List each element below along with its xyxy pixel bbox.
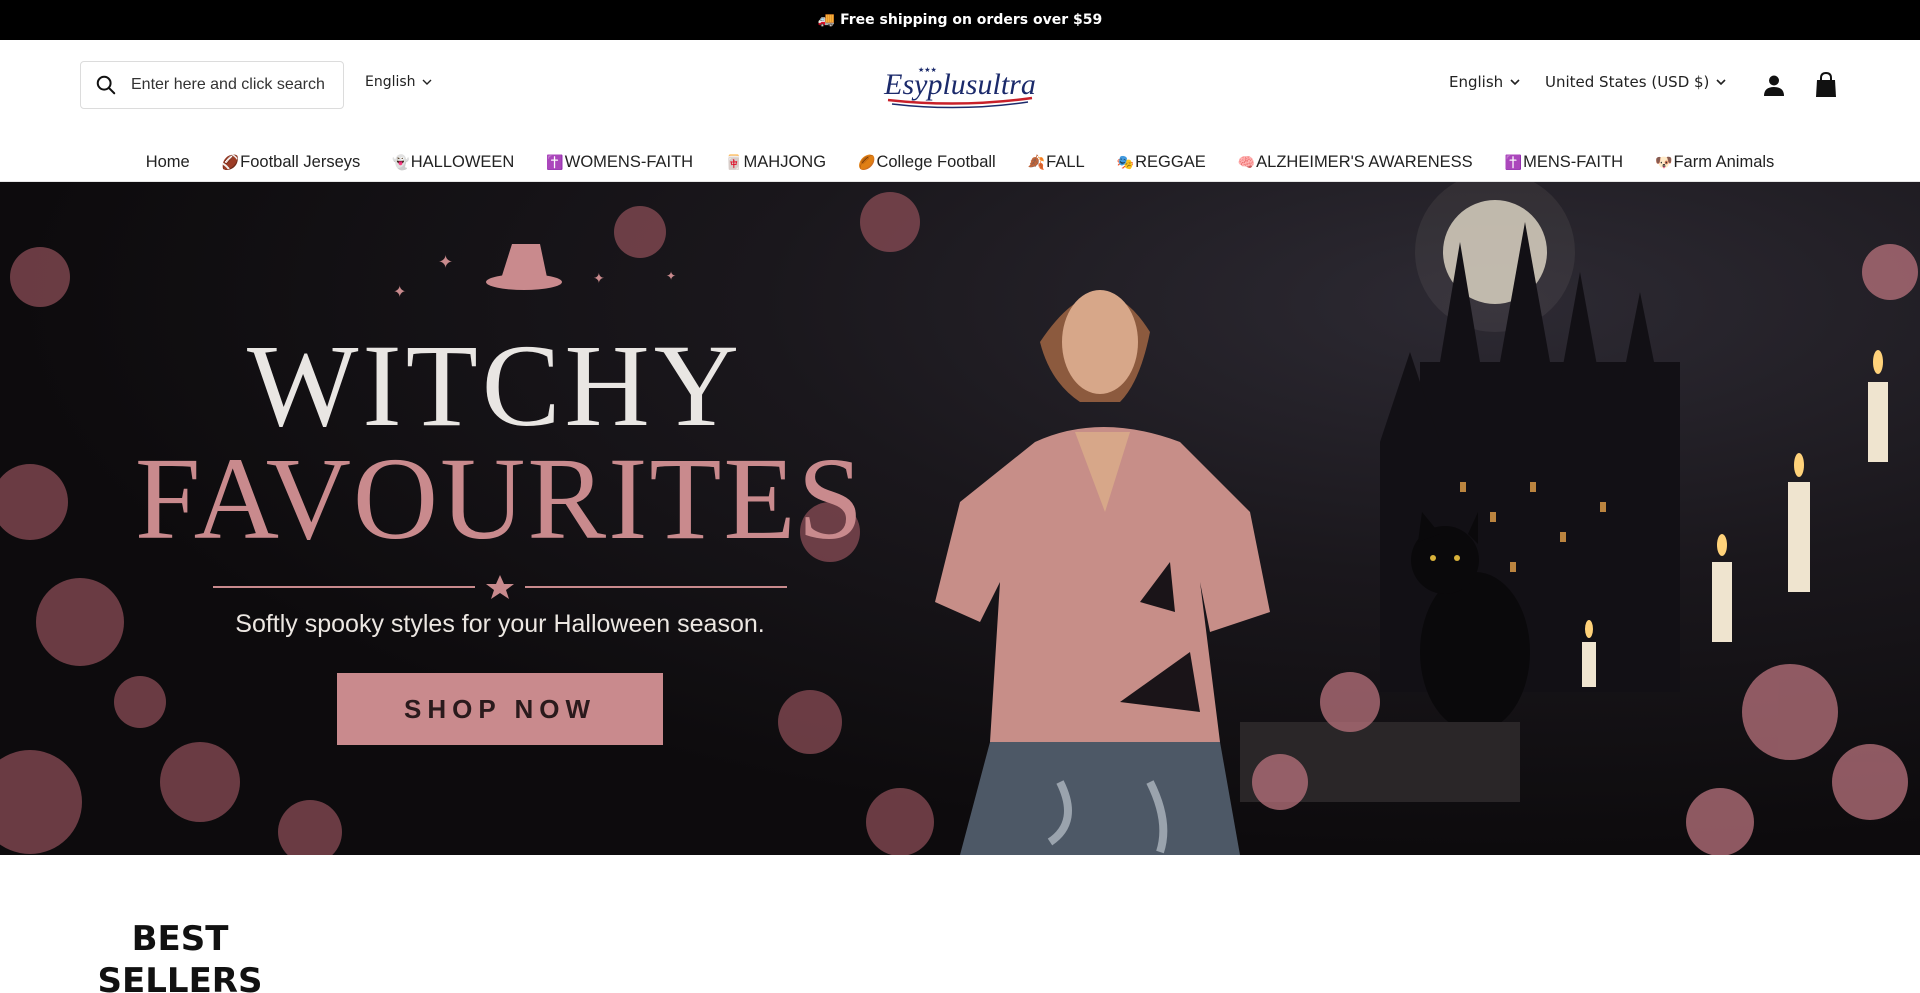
svg-text:✦: ✦ (666, 269, 676, 283)
best-sellers-heading: BEST SELLERS (97, 919, 263, 993)
brain-icon: 🧠 (1237, 153, 1256, 170)
nav-item-college-football[interactable]: 🏉College Football (842, 153, 1012, 172)
chevron-down-icon (422, 79, 432, 85)
search-input[interactable]: Enter here and click search (80, 61, 344, 109)
nav-label: HALLOWEEN (410, 152, 515, 171)
svg-text:✦: ✦ (393, 282, 406, 301)
dog-icon: 🐶 (1655, 153, 1673, 170)
nav-item-mens-faith[interactable]: ✝️MENS-FAITH (1489, 153, 1639, 172)
rugby-ball-icon: 🏉 (858, 153, 876, 170)
nav-label: MAHJONG (743, 152, 827, 171)
search-icon (96, 75, 116, 95)
masks-icon: 🎭 (1116, 153, 1135, 170)
cross-icon: ✝️ (1504, 153, 1523, 170)
ghost-icon: 👻 (392, 153, 410, 170)
nav-item-womens-faith[interactable]: ✝️WOMENS-FAITH (530, 153, 709, 172)
nav-label: College Football (876, 152, 996, 171)
hero-title-line2: FAVOURITES (134, 433, 866, 564)
nav-item-alzheimers-awareness[interactable]: 🧠ALZHEIMER'S AWARENESS (1222, 153, 1489, 172)
cart-icon[interactable] (1814, 72, 1838, 98)
nav-item-halloween[interactable]: 👻HALLOWEEN (376, 153, 530, 172)
shop-now-button[interactable]: SHOP NOW (337, 673, 663, 745)
nav-label: REGGAE (1135, 152, 1206, 171)
nav-label: Farm Animals (1673, 152, 1775, 171)
language-selector-left[interactable]: English (365, 74, 432, 90)
mahjong-tile-icon: 🀄 (725, 153, 743, 170)
account-icon[interactable] (1762, 73, 1786, 97)
store-logo[interactable]: ★★★ Esyplusultra (880, 60, 1040, 112)
nav-item-reggae[interactable]: 🎭REGGAE (1101, 153, 1222, 172)
leaf-icon: 🍂 (1027, 153, 1046, 170)
svg-text:✦: ✦ (438, 252, 453, 273)
nav-item-fall[interactable]: 🍂FALL (1012, 153, 1101, 172)
language-label: English (365, 74, 416, 90)
nav-label: WOMENS-FAITH (564, 152, 694, 171)
chevron-down-icon (1716, 79, 1726, 86)
language-selector[interactable]: English (1449, 73, 1520, 91)
currency-label: United States (USD $) (1545, 73, 1710, 91)
nav-item-home[interactable]: Home (130, 153, 206, 172)
hero-title-line1: WITCHY (247, 320, 743, 451)
main-navigation: Home 🏈Football Jerseys 👻HALLOWEEN ✝️WOME… (0, 142, 1920, 182)
svg-text:✦: ✦ (593, 271, 605, 287)
hero-divider-star (213, 575, 787, 599)
nav-label: ALZHEIMER'S AWARENESS (1256, 152, 1473, 171)
currency-selector[interactable]: United States (USD $) (1545, 73, 1726, 91)
nav-item-football-jerseys[interactable]: 🏈Football Jerseys (206, 153, 377, 172)
nav-label: Home (145, 152, 190, 171)
nav-item-farm-animals[interactable]: 🐶Farm Animals (1639, 153, 1790, 172)
announcement-text: 🚚 Free shipping on orders over $59 (817, 12, 1103, 28)
hero-subtitle: Softly spooky styles for your Halloween … (235, 610, 765, 638)
football-icon: 🏈 (221, 153, 240, 170)
nav-label: MENS-FAITH (1523, 152, 1624, 171)
site-header: Enter here and click search English ★★★ … (0, 40, 1920, 142)
logo-wordmark: Esyplusultra (883, 68, 1036, 101)
language-label: English (1449, 73, 1504, 91)
nav-label: FALL (1046, 152, 1085, 171)
search-placeholder: Enter here and click search (131, 76, 325, 93)
announcement-bar: 🚚 Free shipping on orders over $59 (0, 0, 1920, 40)
chevron-down-icon (1510, 79, 1520, 86)
nav-item-mahjong[interactable]: 🀄MAHJONG (709, 153, 842, 172)
cross-icon: ✝️ (546, 153, 564, 170)
nav-label: Football Jerseys (240, 152, 361, 171)
hero-banner[interactable]: ✦ ✦ ✦ ✦ WITCHY FAVOURITES Softly spooky st… (0, 182, 1920, 855)
